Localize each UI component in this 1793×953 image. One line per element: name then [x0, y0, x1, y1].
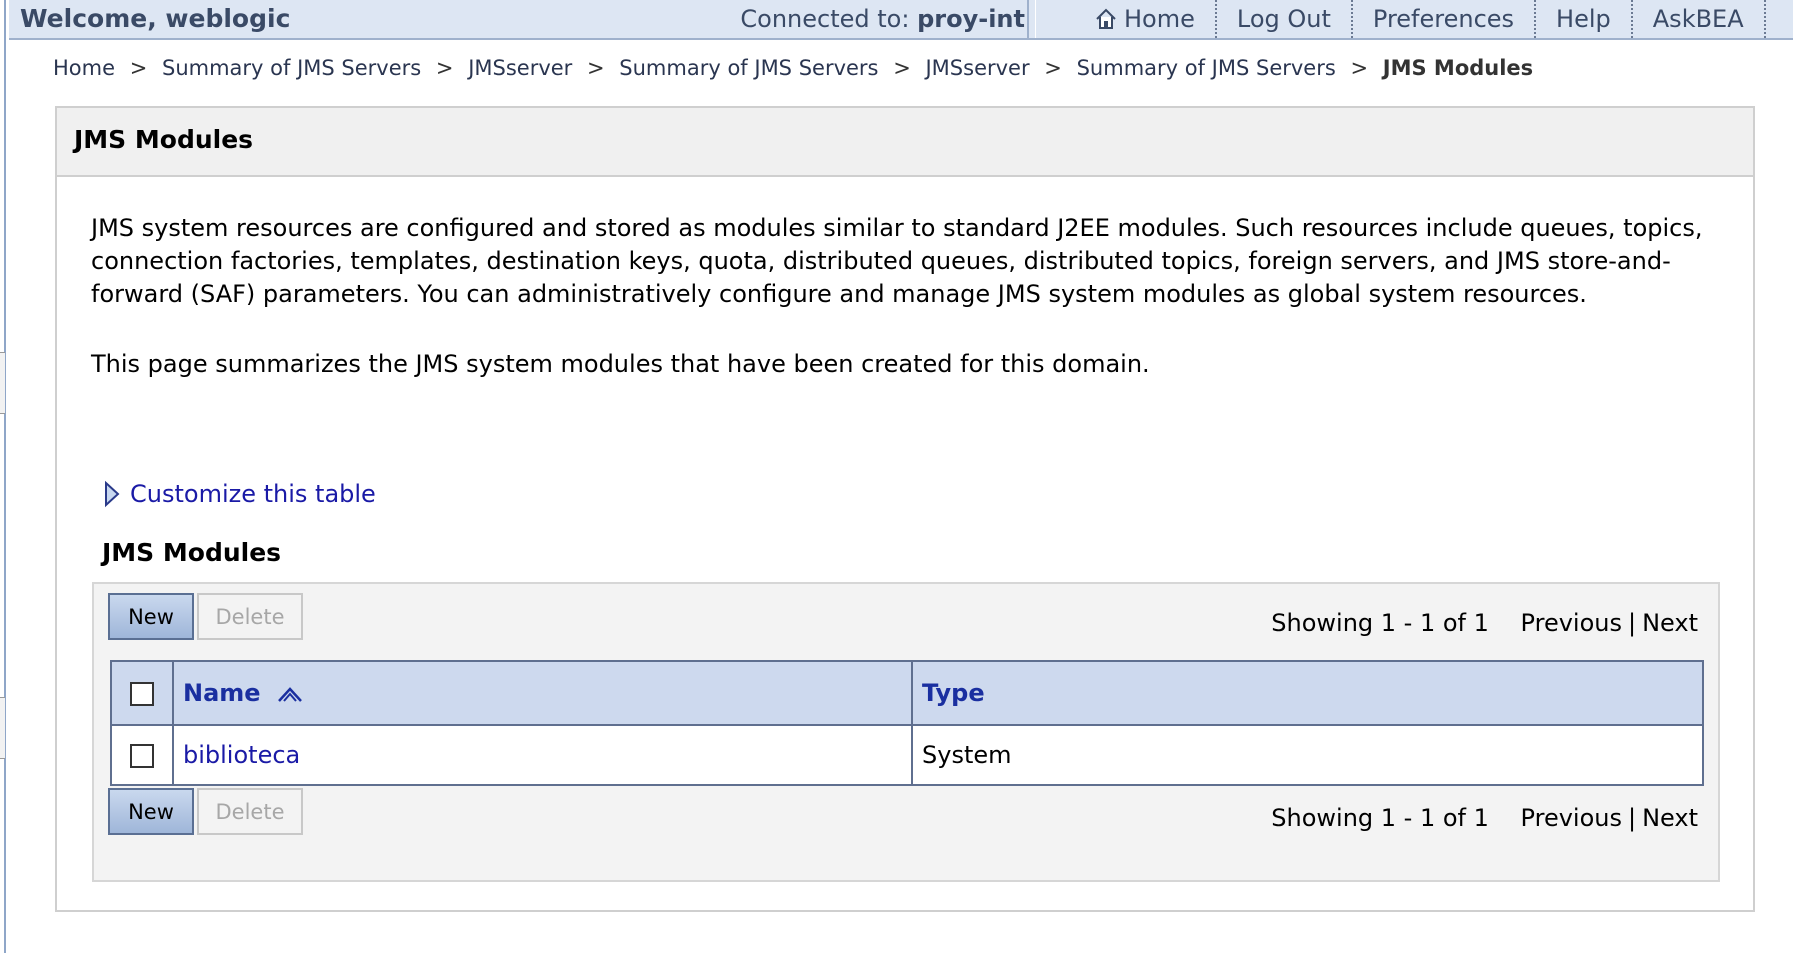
- select-all-cell: [110, 660, 174, 726]
- new-button[interactable]: New: [108, 593, 194, 640]
- connected-label: Connected to:: [740, 5, 910, 33]
- delete-button[interactable]: Delete: [197, 593, 303, 640]
- table-header-row: Name Type: [110, 660, 1704, 726]
- table-row: biblioteca System: [110, 724, 1704, 786]
- page-title: JMS Modules: [74, 125, 254, 154]
- breadcrumb-separator: >: [893, 56, 911, 80]
- panel-header: [57, 108, 1753, 177]
- breadcrumb-summary-jms-servers[interactable]: Summary of JMS Servers: [162, 56, 421, 80]
- paging-separator: |: [1627, 804, 1637, 832]
- customize-table-label: Customize this table: [130, 480, 376, 508]
- row-checkbox[interactable]: [130, 744, 154, 768]
- showing-count: Showing 1 - 1 of 1: [1271, 804, 1489, 832]
- previous-link[interactable]: Previous: [1521, 609, 1622, 637]
- breadcrumb: Home > Summary of JMS Servers > JMSserve…: [53, 56, 1533, 80]
- previous-link[interactable]: Previous: [1521, 804, 1622, 832]
- customize-table-link[interactable]: Customize this table: [102, 480, 376, 508]
- breadcrumb-separator: >: [435, 56, 454, 80]
- pagination-bottom: Showing 1 - 1 of 1 Previous | Next: [1271, 804, 1698, 832]
- sort-ascending-icon[interactable]: [275, 683, 305, 705]
- paging-separator: |: [1627, 609, 1637, 637]
- content-panel: JMS Modules JMS system resources are con…: [55, 106, 1755, 912]
- expand-triangle-icon: [105, 480, 120, 508]
- showing-count: Showing 1 - 1 of 1: [1271, 609, 1489, 637]
- top-links: Home Log Out Preferences Help AskBEA: [1033, 0, 1766, 38]
- logout-link[interactable]: Log Out: [1217, 0, 1353, 38]
- connected-domain: proy-int: [917, 5, 1025, 33]
- select-all-checkbox[interactable]: [130, 682, 154, 706]
- breadcrumb-summary-jms-servers[interactable]: Summary of JMS Servers: [1077, 56, 1336, 80]
- page: Welcome, weblogic Connected to: proy-int…: [0, 0, 1793, 953]
- delete-button-bottom[interactable]: Delete: [197, 788, 303, 835]
- window-edge-notch: [0, 352, 5, 414]
- home-link[interactable]: Home: [1033, 0, 1217, 38]
- page-description: JMS system resources are configured and …: [91, 214, 1703, 308]
- next-link[interactable]: Next: [1642, 804, 1698, 832]
- window-edge: [0, 0, 6, 953]
- breadcrumb-summary-jms-servers[interactable]: Summary of JMS Servers: [619, 56, 878, 80]
- pagination: Showing 1 - 1 of 1 Previous | Next: [1271, 609, 1698, 637]
- new-button-bottom[interactable]: New: [108, 788, 194, 835]
- help-link[interactable]: Help: [1536, 0, 1633, 38]
- column-name-label: Name: [183, 679, 261, 707]
- row-select-cell: [110, 724, 174, 786]
- window-edge-notch: [0, 697, 5, 759]
- row-type-cell: System: [911, 724, 1704, 786]
- breadcrumb-separator: >: [1350, 56, 1369, 80]
- breadcrumb-jmsserver[interactable]: JMSserver: [468, 56, 572, 80]
- breadcrumb-jmsserver[interactable]: JMSserver: [925, 56, 1029, 80]
- module-name-link[interactable]: biblioteca: [183, 741, 300, 769]
- column-header-type[interactable]: Type: [911, 660, 1704, 726]
- home-link-label: Home: [1124, 5, 1195, 33]
- connection-status: Connected to: proy-int: [740, 5, 1025, 33]
- breadcrumb-current: JMS Modules: [1382, 56, 1534, 80]
- breadcrumb-separator: >: [129, 56, 148, 80]
- row-name-cell: biblioteca: [172, 724, 913, 786]
- page-summary-text: This page summarizes the JMS system modu…: [91, 350, 1150, 378]
- preferences-link[interactable]: Preferences: [1353, 0, 1537, 38]
- table-title: JMS Modules: [102, 538, 282, 567]
- jms-modules-table: Name Type biblioteca System: [110, 660, 1704, 786]
- breadcrumb-separator: >: [587, 56, 605, 80]
- next-link[interactable]: Next: [1642, 609, 1698, 637]
- column-header-name[interactable]: Name: [172, 660, 913, 726]
- welcome-text: Welcome, weblogic: [20, 4, 291, 33]
- breadcrumb-separator: >: [1044, 56, 1062, 80]
- breadcrumb-home[interactable]: Home: [53, 56, 115, 80]
- home-icon: [1096, 8, 1116, 29]
- top-bar: Welcome, weblogic Connected to: proy-int…: [9, 0, 1793, 40]
- askbea-link[interactable]: AskBEA: [1633, 0, 1766, 38]
- table-container: New Delete Showing 1 - 1 of 1 Previous | N…: [92, 582, 1720, 882]
